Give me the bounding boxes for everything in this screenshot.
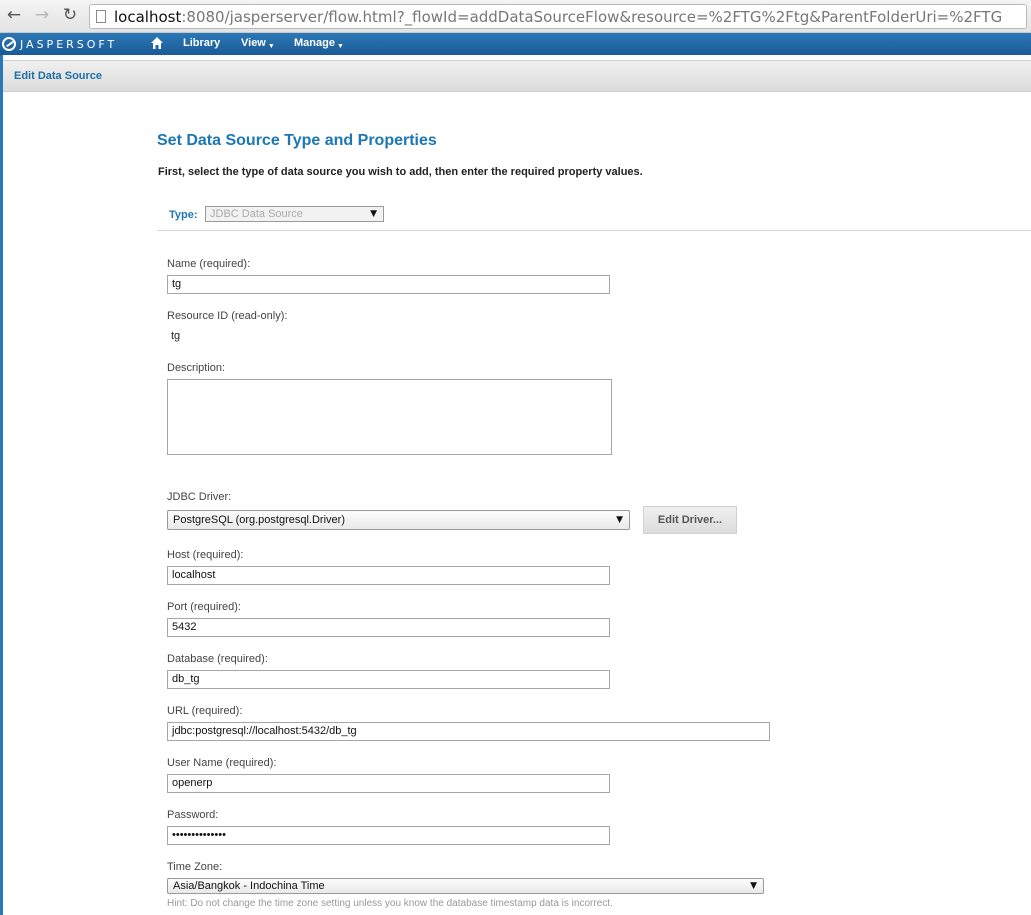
dropdown-arrow-icon: ▼ — [616, 515, 623, 525]
url-path: :8080/jasperserver/flow.html?_flowId=add… — [181, 8, 1003, 26]
name-label: Name (required): — [167, 258, 251, 270]
timezone-value: Asia/Bangkok - Indochina Time — [173, 880, 325, 892]
chevron-down-icon: ▼ — [336, 43, 344, 50]
menu-library-label: Library — [183, 37, 221, 49]
timezone-label: Time Zone: — [167, 861, 223, 873]
dropdown-arrow-icon: ▼ — [370, 209, 377, 219]
edit-driver-button[interactable]: Edit Driver... — [643, 506, 737, 534]
password-label: Password: — [167, 809, 219, 821]
section-title: Set Data Source Type and Properties — [157, 132, 437, 149]
resource-id-label: Resource ID (read-only): — [167, 310, 288, 322]
reload-icon[interactable]: ↻ — [60, 5, 80, 25]
name-input[interactable]: tg — [167, 275, 610, 294]
description-label: Description: — [167, 362, 226, 374]
menu-view[interactable]: View ▼ — [241, 37, 275, 50]
jdbc-driver-value: PostgreSQL (org.postgresql.Driver) — [173, 514, 345, 526]
url-label: URL (required): — [167, 705, 243, 717]
timezone-hint: Hint: Do not change the time zone settin… — [167, 898, 613, 909]
type-label: Type: — [169, 209, 198, 221]
timezone-select[interactable]: Asia/Bangkok - Indochina Time ▼ — [167, 878, 764, 894]
url-input[interactable]: jdbc:postgresql://localhost:5432/db_tg — [167, 722, 770, 741]
logo-mark-icon — [2, 37, 16, 51]
left-accent-stripe — [0, 55, 3, 915]
jaspersoft-logo[interactable]: JASPERSOFT — [2, 35, 117, 53]
jdbc-driver-select[interactable]: PostgreSQL (org.postgresql.Driver) ▼ — [167, 510, 630, 530]
url-text: localhost:8080/jasperserver/flow.html?_f… — [114, 7, 1002, 27]
home-icon[interactable] — [150, 36, 164, 50]
jdbc-driver-label: JDBC Driver: — [167, 491, 232, 503]
intro-text: First, select the type of data source yo… — [158, 166, 643, 178]
username-label: User Name (required): — [167, 757, 277, 769]
back-arrow-icon[interactable]: ← — [4, 5, 24, 25]
page-header-title: Edit Data Source — [14, 70, 103, 82]
menu-view-label: View — [241, 37, 266, 49]
description-textarea[interactable] — [167, 379, 612, 455]
browser-toolbar: ← → ↻ localhost:8080/jasperserver/flow.h… — [0, 0, 1031, 33]
chevron-down-icon: ▼ — [267, 43, 275, 50]
url-host: localhost — [114, 8, 182, 26]
host-label: Host (required): — [167, 549, 244, 561]
database-label: Database (required): — [167, 653, 268, 665]
app-menu-bar: JASPERSOFT Library View ▼ Manage ▼ — [0, 33, 1031, 55]
type-select[interactable]: JDBC Data Source ▼ — [205, 206, 384, 222]
page-header-bar: Edit Data Source — [3, 60, 1031, 92]
host-input[interactable]: localhost — [167, 566, 610, 585]
resource-id-value: tg — [171, 330, 181, 342]
address-bar[interactable]: localhost:8080/jasperserver/flow.html?_f… — [89, 4, 1027, 29]
page-icon — [96, 10, 106, 23]
menu-manage[interactable]: Manage ▼ — [294, 37, 344, 50]
menu-library[interactable]: Library — [183, 37, 220, 49]
dropdown-arrow-icon: ▼ — [750, 881, 757, 891]
section-divider — [157, 230, 1031, 231]
menu-manage-label: Manage — [294, 37, 335, 49]
logo-text: JASPERSOFT — [20, 37, 118, 51]
username-input[interactable]: openerp — [167, 774, 610, 793]
database-input[interactable]: db_tg — [167, 670, 610, 689]
password-input[interactable]: •••••••••••••• — [167, 826, 610, 845]
forward-arrow-icon[interactable]: → — [32, 5, 52, 25]
port-input[interactable]: 5432 — [167, 618, 610, 637]
type-select-value: JDBC Data Source — [210, 208, 303, 220]
port-label: Port (required): — [167, 601, 241, 613]
